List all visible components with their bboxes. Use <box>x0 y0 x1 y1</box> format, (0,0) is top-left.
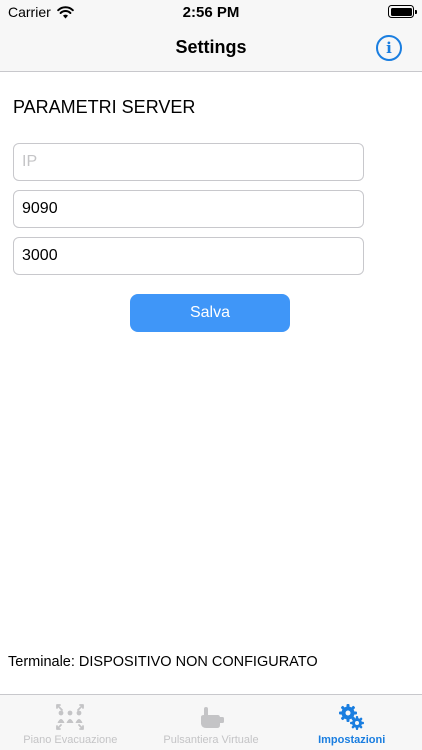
evacuation-icon <box>56 704 85 730</box>
navigation-bar: Settings i <box>0 24 422 72</box>
gears-icon <box>338 704 364 730</box>
tab-label: Impostazioni <box>318 734 386 746</box>
info-icon: i <box>386 38 392 57</box>
settings-screen: Carrier 2:56 PM Settings i PARAMETRI SER… <box>0 0 422 750</box>
page-title: Settings <box>175 37 247 57</box>
port-field-secondary[interactable] <box>13 237 364 275</box>
tab-impostazioni[interactable]: Impostazioni <box>281 695 422 750</box>
port-field-primary[interactable] <box>13 190 364 228</box>
battery-level <box>390 7 412 16</box>
status-time: 2:56 PM <box>182 4 240 21</box>
battery-icon <box>388 5 417 18</box>
ip-field[interactable] <box>13 143 364 181</box>
save-button[interactable]: Salva <box>130 294 290 332</box>
hand-press-icon <box>201 707 224 728</box>
info-button[interactable]: i <box>376 35 402 61</box>
tab-piano-evacuazione[interactable]: Piano Evacuazione <box>0 695 141 750</box>
tab-pulsantiera-virtuale[interactable]: Pulsantiera Virtuale <box>141 695 282 750</box>
tab-label: Pulsantiera Virtuale <box>163 734 259 746</box>
status-bar: Carrier 2:56 PM <box>0 0 422 24</box>
section-title: PARAMETRI SERVER <box>13 97 196 117</box>
terminal-status: Terminale: DISPOSITIVO NON CONFIGURATO <box>8 654 318 670</box>
tab-bar: Piano Evacuazione Pulsantiera Virtuale I… <box>0 694 422 750</box>
tab-label: Piano Evacuazione <box>23 734 118 746</box>
